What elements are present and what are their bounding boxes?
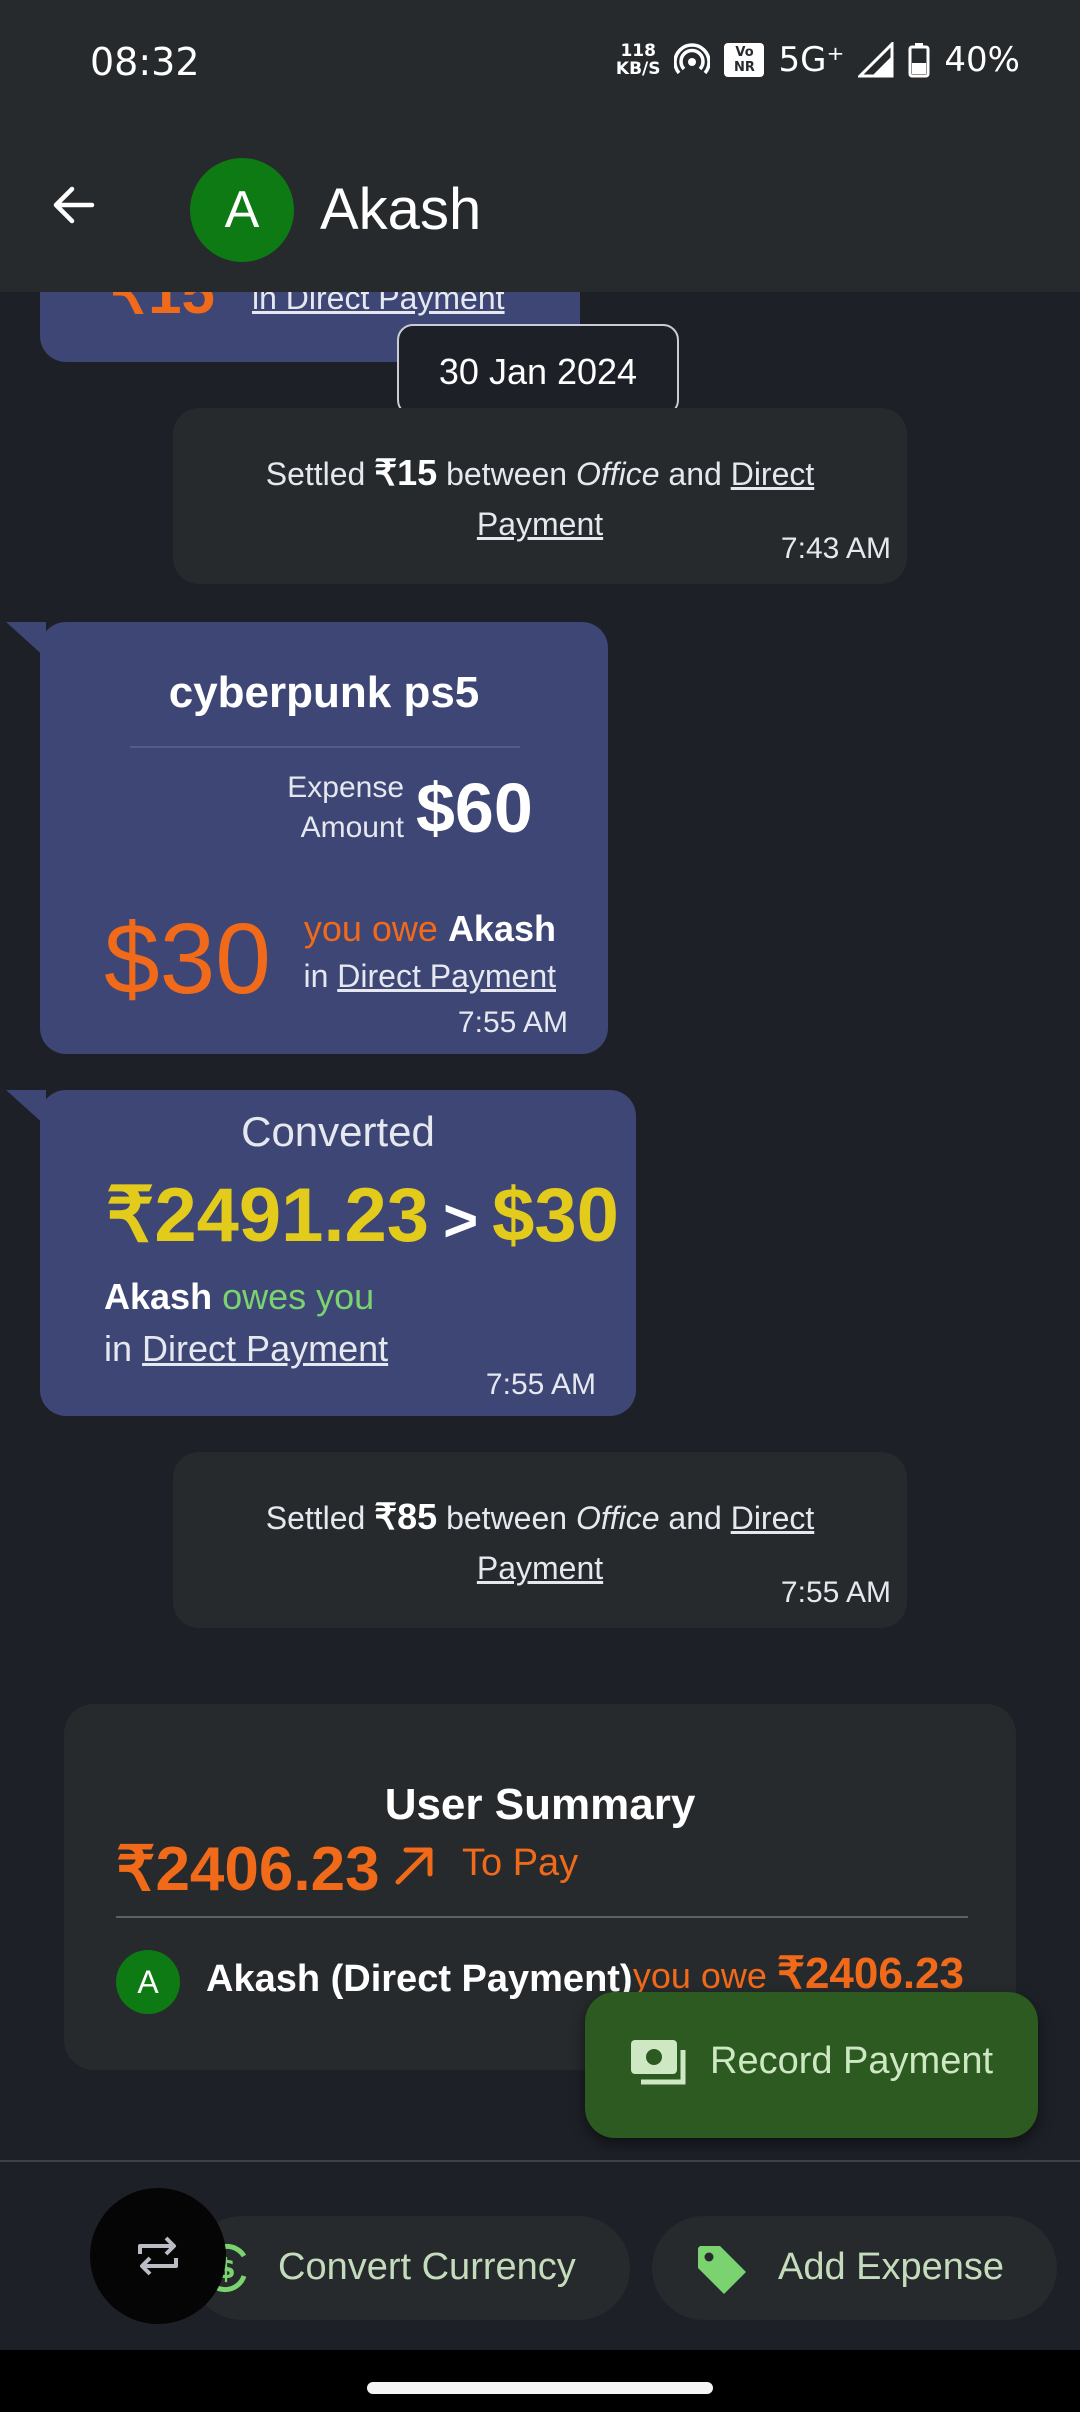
message-time: 7:55 AM <box>457 1006 568 1039</box>
conversion-header: Converted <box>241 1108 435 1155</box>
status-time: 08:32 <box>90 40 200 84</box>
owes-person: Akash <box>104 1276 213 1317</box>
app-bar: A Akash <box>0 130 1080 292</box>
repeat-icon <box>138 2236 178 2276</box>
summary-owe-amount: ₹2406.23 <box>776 1949 964 1998</box>
convert-currency-label: Convert Currency <box>278 2246 576 2288</box>
bottom-action-bar: $ Convert Currency Add Expense <box>0 2160 1080 2352</box>
group-line: in Direct Payment <box>303 958 556 994</box>
divider <box>116 1916 968 1918</box>
summary-total: ₹2406.23 <box>116 1835 380 1904</box>
battery-level: 40% <box>944 40 1020 80</box>
expense-amount: $60 <box>416 769 533 847</box>
status-bar: 08:32 118 KB/S Vo NR 5G⁺ 40% <box>0 0 1080 130</box>
message-time: 7:43 AM <box>780 532 891 565</box>
net-speed: 118 KB/S <box>615 41 661 79</box>
add-expense-button[interactable]: Add Expense <box>652 2216 1057 2320</box>
settlement-from: Office <box>575 1500 660 1536</box>
summary-direction: To Pay <box>462 1842 579 1884</box>
settlement-amount: ₹85 <box>374 1496 438 1537</box>
summary-user-name: Akash (Direct Payment) <box>206 1958 633 2000</box>
partial-amount: ₹15 <box>110 292 215 326</box>
home-handle[interactable] <box>367 2382 713 2394</box>
settlement-message[interactable]: Settled ₹85 between Office and Direct Pa… <box>173 1452 907 1628</box>
conversion-amounts: ₹2491.23 > $30 <box>106 1170 619 1259</box>
network-type: 5G⁺ <box>778 40 845 80</box>
expense-bubble[interactable]: cyberpunk ps5 Expense Amount $60 $30 you… <box>40 622 608 1054</box>
arrow-up-right-icon <box>395 1847 433 1885</box>
status-icons: 118 KB/S Vo NR 5G⁺ 40% <box>616 40 1020 80</box>
record-payment-label: Record Payment <box>710 2040 994 2082</box>
battery-icon <box>908 43 930 78</box>
owes-line: Akash owes you <box>104 1276 375 1317</box>
chevron-right-icon: > <box>443 1187 479 1254</box>
date-separator: 30 Jan 2024 <box>397 324 679 416</box>
owe-person: Akash <box>447 908 556 949</box>
volte-icon: Vo NR <box>724 43 765 77</box>
record-payment-button[interactable]: Record Payment <box>585 1992 1038 2138</box>
avatar: A <box>116 1950 180 2014</box>
expense-title: cyberpunk ps5 <box>168 668 480 717</box>
group-link[interactable]: Direct Payment <box>142 1328 388 1369</box>
chat-feed[interactable]: ₹15 in Direct Payment 30 Jan 2024 Settle… <box>0 292 1080 2160</box>
swap-button[interactable] <box>90 2188 226 2324</box>
signal-icon <box>858 42 894 78</box>
system-nav-bar <box>0 2350 1080 2412</box>
expense-share-amount: $30 <box>104 903 271 1015</box>
cash-icon <box>631 2040 686 2085</box>
settlement-message[interactable]: Settled ₹15 between Office and Direct Pa… <box>173 408 907 584</box>
owe-line: you owe Akash <box>303 908 556 949</box>
contact-name[interactable]: Akash <box>320 176 481 243</box>
from-amount: ₹2491.23 <box>106 1173 430 1258</box>
group-link[interactable]: Direct Payment <box>337 958 556 994</box>
back-arrow-icon[interactable] <box>48 180 98 230</box>
message-time: 7:55 AM <box>780 1576 891 1609</box>
to-amount: $30 <box>492 1173 619 1258</box>
tag-icon <box>698 2246 746 2294</box>
contact-avatar[interactable]: A <box>190 158 294 262</box>
message-time: 7:55 AM <box>485 1368 596 1401</box>
divider <box>130 746 520 748</box>
hotspot-icon <box>674 43 711 75</box>
group-line: in Direct Payment <box>104 1328 389 1369</box>
conversion-bubble[interactable]: Converted ₹2491.23 > $30 Akash owes you in… <box>40 1090 636 1416</box>
add-expense-label: Add Expense <box>778 2246 1005 2288</box>
convert-currency-button[interactable]: $ Convert Currency <box>190 2216 630 2320</box>
expense-amount-label: Expense Amount <box>287 771 404 844</box>
partial-group-link: in Direct Payment <box>252 292 505 316</box>
settlement-from: Office <box>575 456 660 492</box>
settlement-amount: ₹15 <box>374 452 438 493</box>
summary-title: User Summary <box>384 1780 696 1829</box>
